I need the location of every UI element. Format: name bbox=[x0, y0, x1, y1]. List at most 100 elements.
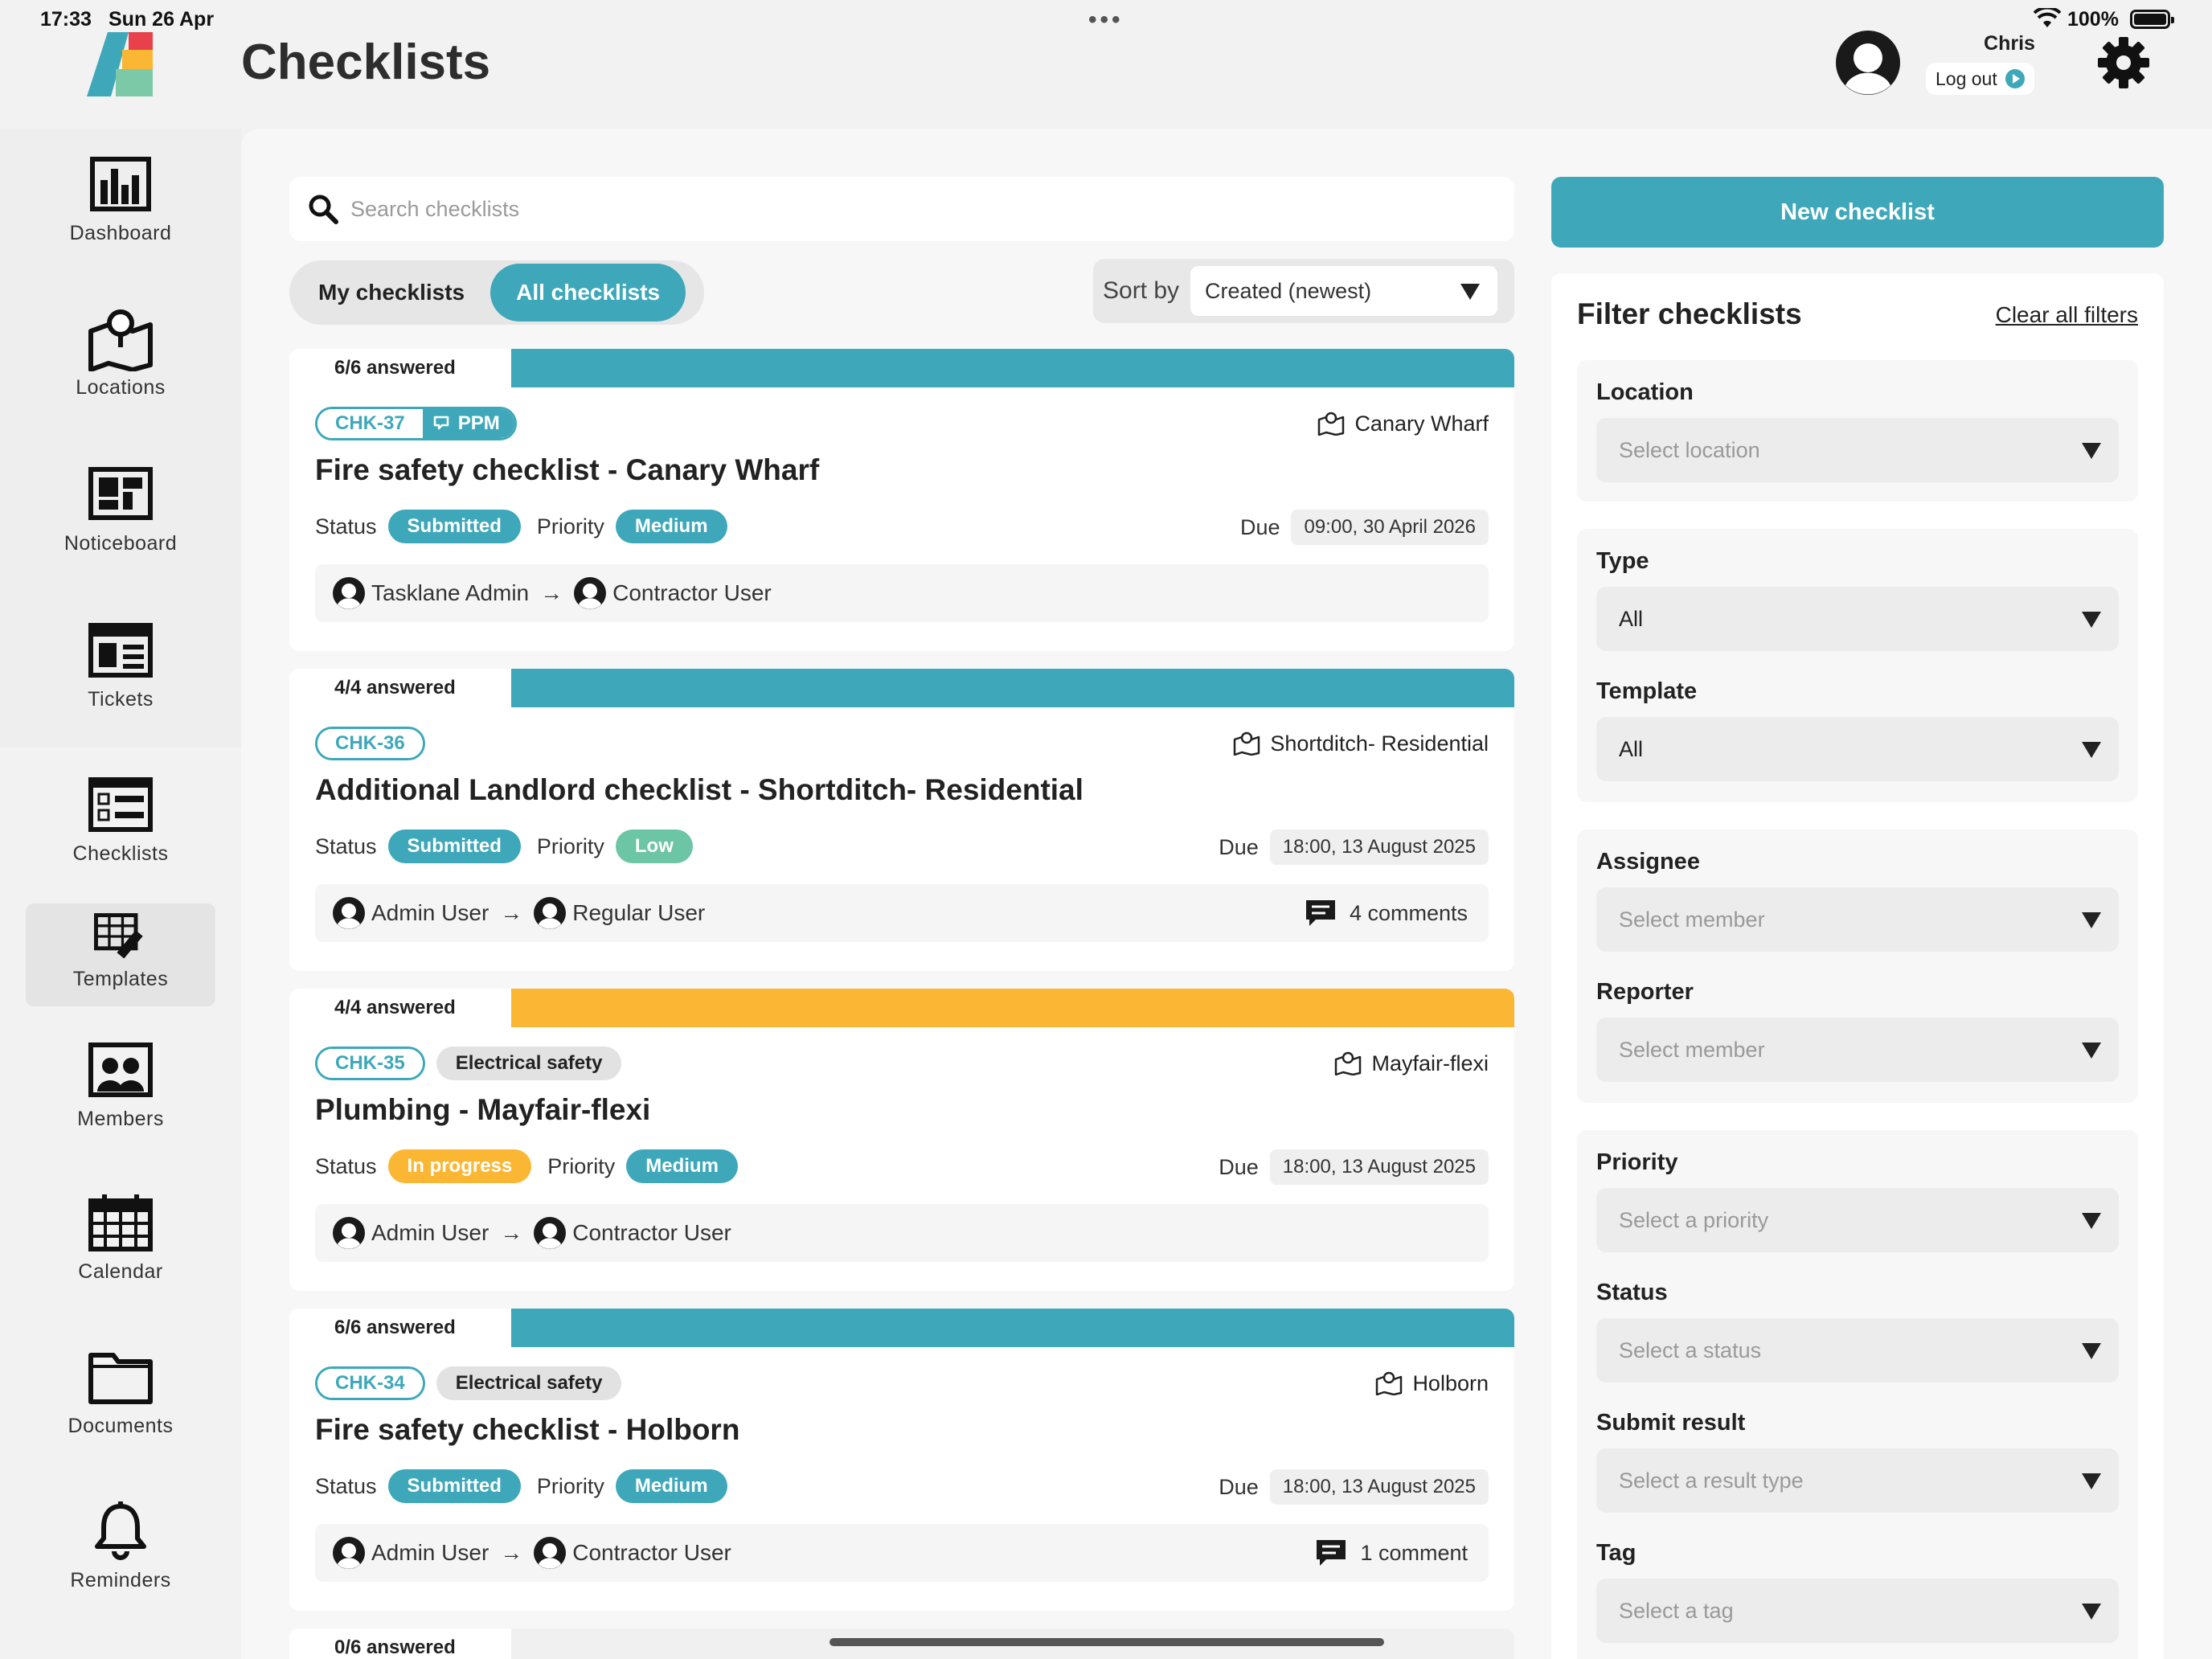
logout-arrow-icon bbox=[2005, 69, 2025, 88]
assignee-select[interactable]: Select member bbox=[1596, 887, 2119, 952]
date: Sun 26 Apr bbox=[109, 8, 215, 31]
assignment-row: Tasklane Admin → Contractor User bbox=[315, 564, 1489, 622]
status-label: Status bbox=[315, 1473, 377, 1498]
checklist-id: CHK-36 bbox=[317, 729, 423, 758]
answered-count: 0/6 answered bbox=[289, 1628, 511, 1659]
sidebar-item-tickets[interactable]: Tickets bbox=[26, 619, 215, 723]
avatar bbox=[333, 897, 365, 929]
sort-control: Sort by Created (newest) bbox=[1093, 259, 1514, 323]
sidebar-item-templates[interactable]: Templates bbox=[26, 903, 215, 1006]
status-select[interactable]: Select a status bbox=[1596, 1318, 2119, 1382]
answered-count: 6/6 answered bbox=[289, 1309, 511, 1347]
map-pin-icon bbox=[1318, 412, 1345, 436]
noticeboard-icon bbox=[88, 467, 153, 520]
reporter-select[interactable]: Select member bbox=[1596, 1018, 2119, 1082]
status-badge: Submitted bbox=[387, 1469, 521, 1503]
chevron-down-icon bbox=[2082, 742, 2101, 758]
arrow-right-icon: → bbox=[540, 580, 563, 605]
checklist-id-badge: CHK-35 bbox=[315, 1047, 425, 1080]
arrow-right-icon: → bbox=[500, 900, 523, 925]
type-select[interactable]: All bbox=[1596, 587, 2119, 651]
type-filter-label: Type bbox=[1596, 548, 1649, 574]
tab-all-checklists[interactable]: All checklists bbox=[490, 264, 686, 322]
map-pin-icon bbox=[1234, 731, 1260, 756]
battery-percentage: 100% bbox=[2067, 8, 2119, 31]
sidebar-item-label: Noticeboard bbox=[63, 532, 178, 555]
status-badge: Submitted bbox=[387, 830, 521, 863]
reporter-select-value: Select member bbox=[1619, 1037, 1765, 1062]
comments-count[interactable]: 4 comments bbox=[1303, 897, 1468, 929]
sidebar-item-reminders[interactable]: Reminders bbox=[26, 1500, 215, 1604]
checklist-title: Fire safety checklist - Holborn bbox=[315, 1413, 740, 1446]
location-filter-group: Location Select location bbox=[1577, 360, 2138, 502]
sidebar-item-calendar[interactable]: Calendar bbox=[26, 1191, 215, 1296]
sort-select[interactable]: Created (newest) bbox=[1190, 266, 1498, 316]
sort-value: Created (newest) bbox=[1205, 278, 1372, 303]
priority-select[interactable]: Select a priority bbox=[1596, 1188, 2119, 1252]
clock: 17:33 bbox=[40, 8, 92, 31]
search-input[interactable] bbox=[350, 196, 1476, 222]
submit-result-filter-label: Submit result bbox=[1596, 1410, 1746, 1436]
location: Holborn bbox=[1375, 1366, 1489, 1400]
submit-result-select[interactable]: Select a result type bbox=[1596, 1448, 2119, 1513]
chevron-down-icon bbox=[2082, 1343, 2101, 1359]
gear-icon[interactable] bbox=[2096, 35, 2151, 90]
sidebar-item-label: Tickets bbox=[88, 688, 154, 711]
assignment-row: Admin User → Regular User 4 comments bbox=[315, 884, 1489, 942]
checklist-card[interactable]: 6/6 answered CHK-34 Electrical safety Ho… bbox=[289, 1309, 1514, 1611]
reporter-filter-label: Reporter bbox=[1596, 979, 1694, 1005]
clear-filters-link[interactable]: Clear all filters bbox=[1996, 302, 2138, 328]
logout-button[interactable]: Log out bbox=[1926, 63, 2034, 95]
status-label: Status bbox=[315, 1153, 377, 1178]
progress-bar: 6/6 answered bbox=[289, 349, 1514, 387]
answered-count: 4/4 answered bbox=[289, 989, 511, 1027]
status-label: Status bbox=[315, 514, 377, 539]
chevron-down-icon bbox=[2082, 1043, 2101, 1059]
scope-toggle: My checklists All checklists bbox=[289, 260, 704, 325]
avatar bbox=[534, 897, 567, 929]
sidebar-item-noticeboard[interactable]: Noticeboard bbox=[26, 463, 215, 567]
due-label: Due bbox=[1219, 834, 1259, 859]
template-select[interactable]: All bbox=[1596, 717, 2119, 781]
comments-count[interactable]: 1 comment bbox=[1313, 1537, 1468, 1569]
checklist-id-badge: CHK-37 PPM bbox=[315, 407, 517, 440]
new-checklist-button[interactable]: New checklist bbox=[1551, 177, 2164, 248]
map-pin-icon bbox=[1335, 1051, 1362, 1075]
logout-label: Log out bbox=[1936, 68, 1997, 89]
dashboard-icon bbox=[90, 157, 151, 211]
location-select[interactable]: Select location bbox=[1596, 418, 2119, 482]
sidebar-item-label: Calendar bbox=[78, 1260, 163, 1283]
search-bar[interactable] bbox=[289, 177, 1514, 241]
assignee-name: Contractor User bbox=[572, 1540, 731, 1565]
search-icon bbox=[309, 195, 338, 224]
sidebar-item-members[interactable]: Members bbox=[26, 1038, 215, 1143]
ppm-label: PPM bbox=[457, 412, 500, 434]
tag-select[interactable]: Select a tag bbox=[1596, 1579, 2119, 1643]
submit-result-select-value: Select a result type bbox=[1619, 1468, 1804, 1493]
home-indicator[interactable] bbox=[830, 1638, 1384, 1646]
assignee-select-value: Select member bbox=[1619, 907, 1765, 932]
tag-filter-label: Tag bbox=[1596, 1540, 1636, 1566]
due-date: 09:00, 30 April 2026 bbox=[1291, 510, 1489, 545]
chevron-down-icon bbox=[2082, 912, 2101, 928]
checklist-card[interactable]: 4/4 answered CHK-35 Electrical safety Ma… bbox=[289, 989, 1514, 1291]
checklist-card[interactable]: 6/6 answered CHK-37 PPM Canary Wharf Fir… bbox=[289, 349, 1514, 651]
checklist-title: Plumbing - Mayfair-flexi bbox=[315, 1093, 651, 1126]
location: Mayfair-flexi bbox=[1334, 1047, 1489, 1080]
map-pin-icon bbox=[1376, 1371, 1403, 1395]
multitasking-dots-icon[interactable]: ••• bbox=[1088, 6, 1124, 34]
checklist-title: Fire safety checklist - Canary Wharf bbox=[315, 453, 820, 486]
sidebar-item-label: Checklists bbox=[72, 842, 169, 865]
template-select-value: All bbox=[1619, 736, 1644, 761]
sidebar-item-dashboard[interactable]: Dashboard bbox=[26, 153, 215, 257]
battery-icon bbox=[2130, 10, 2174, 29]
tab-my-checklists[interactable]: My checklists bbox=[293, 264, 490, 322]
answered-count: 6/6 answered bbox=[289, 349, 511, 387]
sidebar-item-locations[interactable]: Locations bbox=[26, 307, 215, 412]
checklist-card[interactable]: 4/4 answered CHK-36 Shortditch- Resident… bbox=[289, 669, 1514, 971]
repeat-icon bbox=[433, 416, 449, 430]
sidebar-item-checklists[interactable]: Checklists bbox=[26, 773, 215, 878]
priority-badge: Medium bbox=[615, 510, 727, 543]
sidebar-item-documents[interactable]: Documents bbox=[26, 1346, 215, 1450]
user-avatar[interactable] bbox=[1836, 31, 1900, 95]
